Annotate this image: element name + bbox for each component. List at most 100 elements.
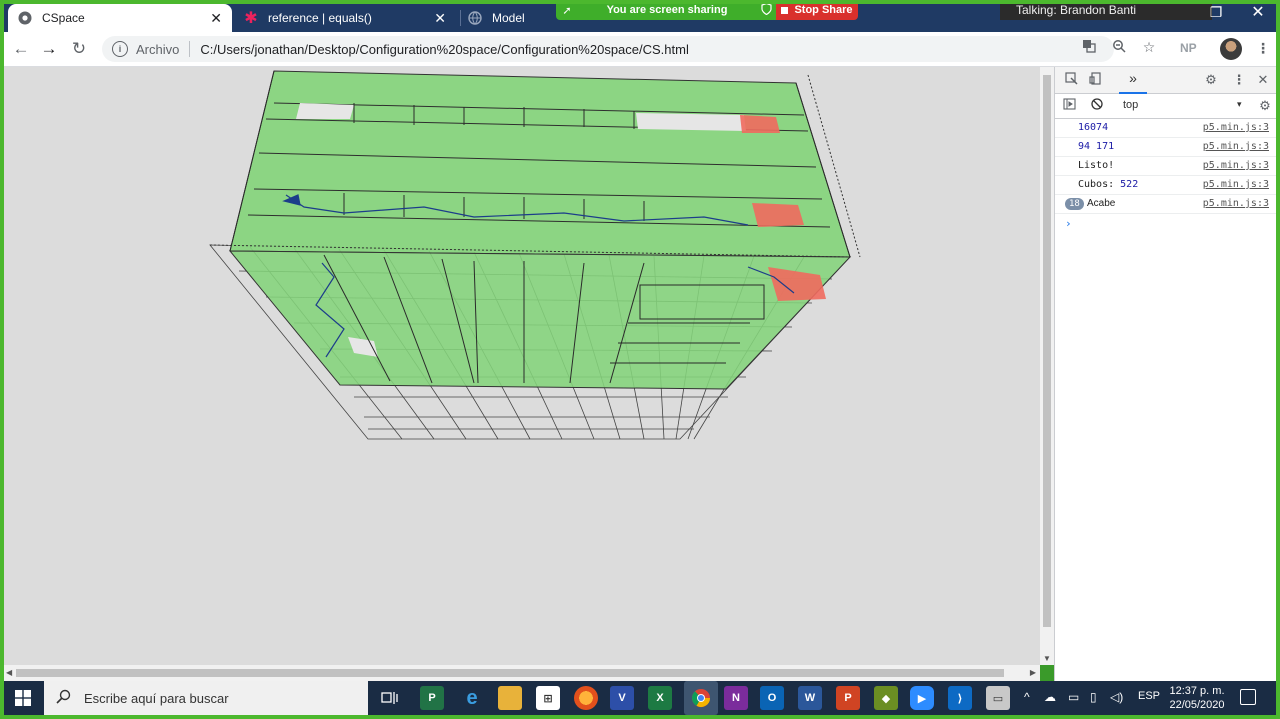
- address-bar[interactable]: i Archivo C:/Users/jonathan/Desktop/Conf…: [102, 36, 1114, 62]
- translate-icon[interactable]: [1080, 39, 1098, 56]
- vertical-scroll-thumb[interactable]: [1043, 75, 1051, 627]
- browser-toolbar: ← → ↻ i Archivo C:/Users/jonathan/Deskto…: [4, 32, 1276, 67]
- log-text: Listo!: [1078, 160, 1115, 171]
- console-message: 16074 p5.min.js:3: [1055, 119, 1277, 138]
- powerpoint-icon[interactable]: P: [836, 686, 860, 710]
- console-message: 18 Acabe p5.min.js:3: [1055, 195, 1277, 214]
- language-indicator[interactable]: ESP: [1138, 690, 1160, 702]
- onedrive-cloud-icon[interactable]: ☁: [1044, 690, 1056, 704]
- store-icon[interactable]: ⊞: [536, 686, 560, 710]
- console-filter-bar: top ▾ ⚙: [1055, 94, 1277, 119]
- page-canvas[interactable]: [4, 67, 1040, 665]
- horizontal-scroll-thumb[interactable]: [16, 669, 1004, 677]
- profile-avatar[interactable]: [1220, 38, 1242, 60]
- taskbar-search[interactable]: Escribe aquí para buscar: [44, 681, 368, 715]
- console-message: 94 171 p5.min.js:3: [1055, 138, 1277, 157]
- console-settings-icon[interactable]: ⚙: [1257, 98, 1273, 114]
- bookmark-star-icon[interactable]: ☆: [1140, 39, 1158, 56]
- volume-icon[interactable]: ◁): [1110, 690, 1123, 704]
- device-toolbar-icon[interactable]: [1087, 72, 1103, 88]
- log-text: Cubos: 522: [1078, 179, 1138, 190]
- log-source-link[interactable]: p5.min.js:3: [1203, 198, 1269, 209]
- reload-button[interactable]: ↻: [68, 38, 90, 60]
- devtools-menu-icon[interactable]: ⋮: [1231, 72, 1247, 88]
- horizontal-scrollbar[interactable]: ◀ ▶: [4, 665, 1040, 681]
- configuration-space-render: [209, 70, 861, 440]
- console-prompt-row[interactable]: ›: [1055, 214, 1277, 232]
- console-message: Listo! p5.min.js:3: [1055, 157, 1277, 176]
- log-source-link[interactable]: p5.min.js:3: [1203, 179, 1269, 190]
- project-app-icon[interactable]: P: [420, 686, 444, 710]
- more-panels-icon[interactable]: »: [1119, 70, 1147, 94]
- talking-indicator: Talking: Brandon Banti: [1000, 0, 1212, 20]
- context-selector[interactable]: top: [1123, 99, 1138, 111]
- scroll-right-arrow-icon[interactable]: ▶: [1030, 668, 1036, 677]
- firefox-icon[interactable]: [574, 686, 598, 710]
- notifications-icon[interactable]: [1240, 689, 1256, 705]
- sidebar-toggle-icon[interactable]: [1061, 98, 1077, 113]
- close-devtools-icon[interactable]: ✕: [1255, 72, 1271, 88]
- edge-browser-icon[interactable]: e: [460, 686, 484, 710]
- log-source-link[interactable]: p5.min.js:3: [1203, 141, 1269, 152]
- tab-title: Model: [492, 11, 525, 25]
- screen-sharing-status: You are screen sharing: [606, 4, 728, 16]
- onenote-icon[interactable]: N: [724, 686, 748, 710]
- p5-star-icon: ✱: [244, 10, 258, 27]
- log-text: 94 171: [1078, 141, 1115, 152]
- repeat-count-badge: 18: [1065, 198, 1084, 210]
- info-icon[interactable]: i: [112, 41, 128, 57]
- inspect-element-icon[interactable]: [1063, 72, 1079, 88]
- app-icon[interactable]: ◆: [874, 686, 898, 710]
- close-tab-icon[interactable]: ✕: [210, 10, 222, 27]
- show-hidden-icons-icon[interactable]: ^: [1024, 690, 1030, 704]
- restore-window-icon[interactable]: ❐: [1206, 4, 1226, 21]
- system-clock[interactable]: 12:37 p. m. 22/05/2020: [1166, 684, 1228, 712]
- chrome-menu-icon[interactable]: ⋮: [1256, 40, 1270, 57]
- security-label: Archivo: [136, 41, 180, 57]
- vpn-app-icon[interactable]: V: [610, 686, 634, 710]
- vertical-scrollbar[interactable]: ▼: [1040, 67, 1054, 665]
- shield-icon: [756, 2, 776, 18]
- windows-taskbar: Escribe aquí para buscar P e ⊞ V X N O W…: [4, 681, 1276, 715]
- battery-icon[interactable]: ▭: [1068, 690, 1079, 704]
- tab-reference[interactable]: ✱ reference | equals() ✕: [234, 4, 456, 32]
- devtools-toolbar: » ⚙ ⋮ ✕: [1055, 67, 1277, 94]
- settings-gear-icon[interactable]: ⚙: [1203, 72, 1219, 88]
- start-button[interactable]: [4, 681, 42, 715]
- excel-icon[interactable]: X: [648, 686, 672, 710]
- url-text[interactable]: C:/Users/jonathan/Desktop/Configuration%…: [200, 42, 689, 57]
- close-window-button[interactable]: ✕: [1246, 2, 1270, 22]
- tab-title: reference | equals(): [268, 11, 372, 25]
- app-window-icon[interactable]: ▭: [986, 686, 1010, 710]
- windows-logo-icon: [15, 690, 31, 706]
- network-icon[interactable]: ▯: [1090, 690, 1097, 704]
- log-label: Cubos:: [1078, 179, 1115, 190]
- scroll-down-arrow-icon[interactable]: ▼: [1043, 654, 1051, 663]
- stop-icon: [781, 6, 789, 14]
- context-dropdown-icon[interactable]: ▾: [1237, 99, 1242, 110]
- search-icon: [56, 689, 76, 708]
- extension-np[interactable]: NP: [1180, 41, 1197, 55]
- devtools-panel: » ⚙ ⋮ ✕ top ▾ ⚙ 16074 p5.min.js:3 94 171…: [1054, 67, 1277, 681]
- chrome-icon: [18, 11, 32, 25]
- forward-button[interactable]: →: [38, 38, 60, 60]
- log-source-link[interactable]: p5.min.js:3: [1203, 160, 1269, 171]
- close-tab-icon[interactable]: ✕: [434, 10, 446, 27]
- tab-title: CSpace: [42, 11, 85, 25]
- task-view-icon[interactable]: [378, 686, 402, 710]
- console-prompt[interactable]: ›: [1065, 217, 1072, 230]
- clear-console-icon[interactable]: [1089, 98, 1105, 113]
- globe-icon: [468, 11, 482, 25]
- tab-cspace[interactable]: CSpace ✕: [8, 4, 232, 32]
- stop-share-button[interactable]: Stop Share: [776, 0, 858, 20]
- scroll-left-arrow-icon[interactable]: ◀: [6, 668, 12, 677]
- word-icon[interactable]: W: [798, 686, 822, 710]
- zoom-icon[interactable]: [1110, 39, 1128, 56]
- file-explorer-icon[interactable]: [498, 686, 522, 710]
- back-button[interactable]: ←: [10, 38, 32, 60]
- chrome-taskbar-icon[interactable]: [684, 681, 718, 715]
- log-source-link[interactable]: p5.min.js:3: [1203, 122, 1269, 133]
- outlook-icon[interactable]: O: [760, 686, 784, 710]
- vscode-icon[interactable]: ⟩: [948, 686, 972, 710]
- zoom-app-icon[interactable]: ▶: [910, 686, 934, 710]
